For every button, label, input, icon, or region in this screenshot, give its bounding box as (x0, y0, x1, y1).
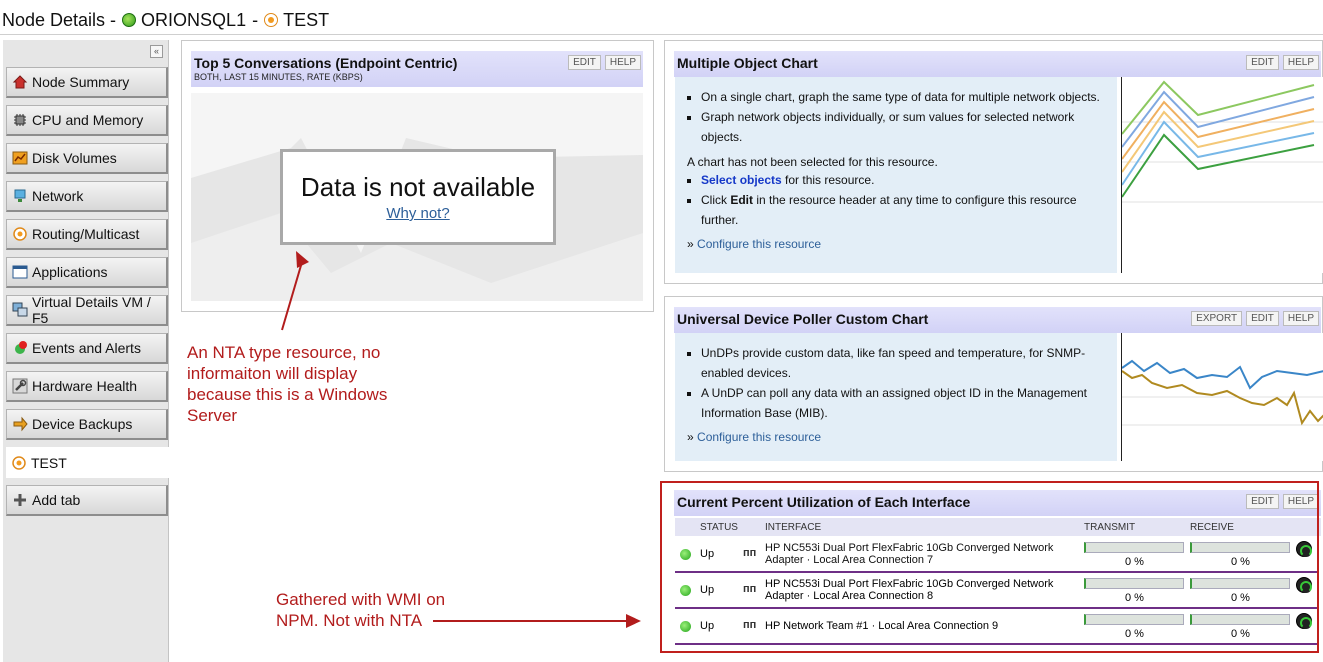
wmi-annotation: Gathered with WMI on NPM. Not with NTA (276, 590, 446, 630)
annotation-arrows (281, 251, 641, 628)
nta-annotation: An NTA type resource, no informaiton wil… (187, 343, 388, 425)
